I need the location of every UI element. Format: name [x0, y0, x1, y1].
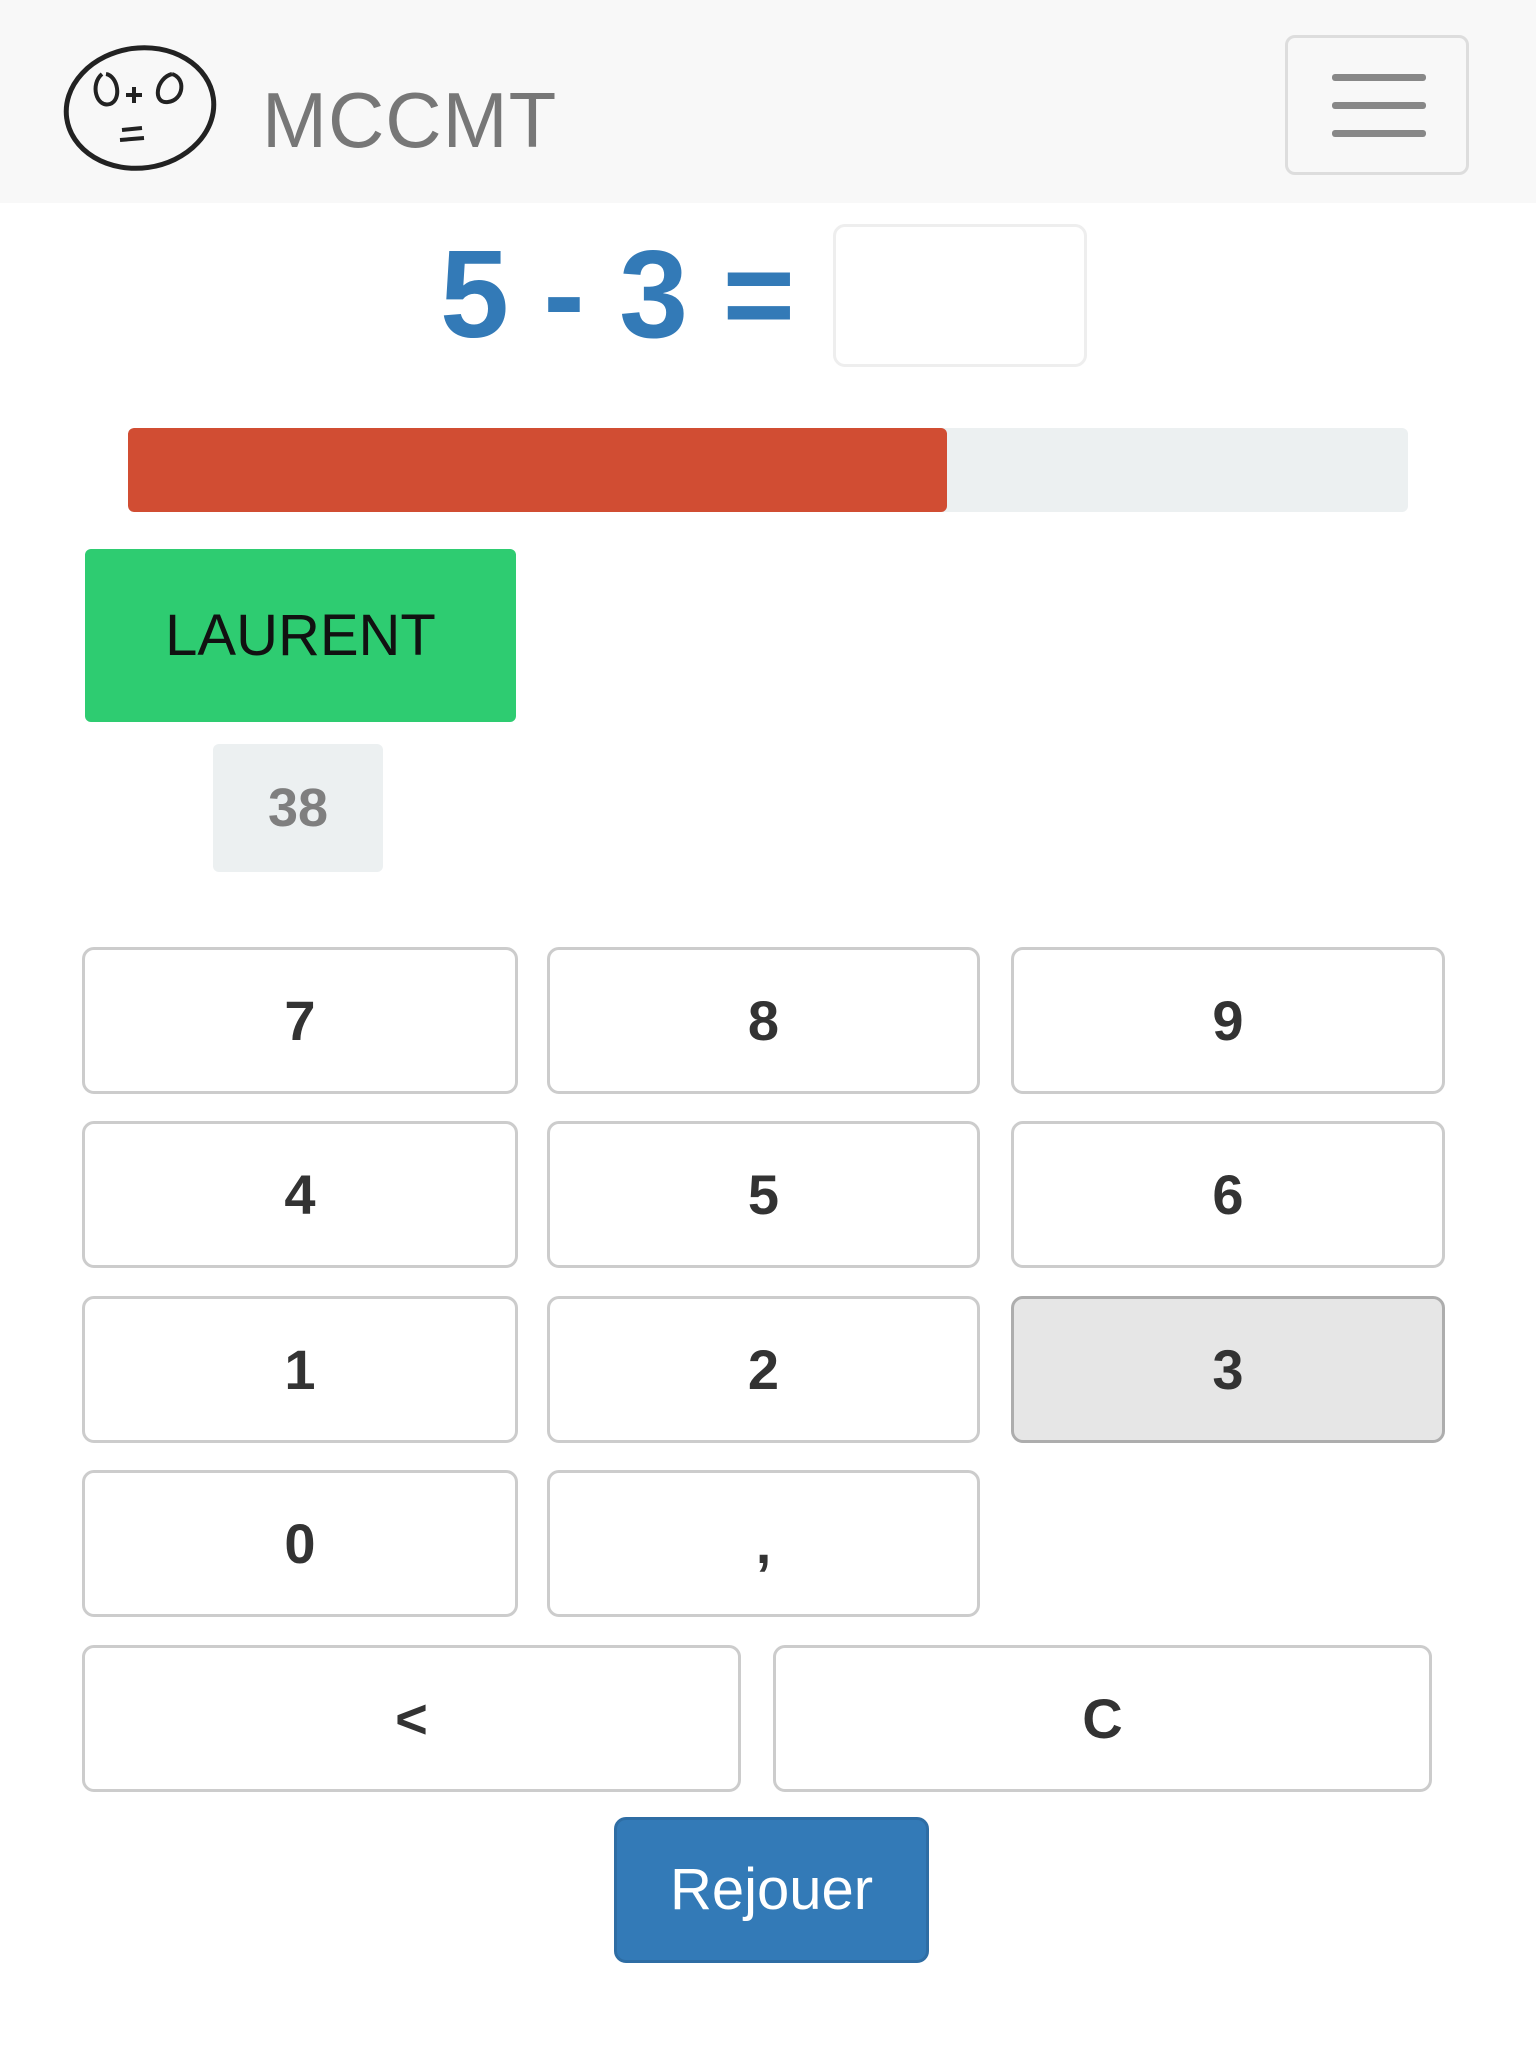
- key-9[interactable]: 9: [1011, 947, 1445, 1094]
- equation-text: 5 - 3 =: [440, 226, 795, 364]
- hamburger-menu-icon: [1332, 74, 1426, 81]
- hamburger-menu-icon-bar: [1332, 130, 1426, 137]
- player-name-badge: LAURENT: [85, 549, 516, 722]
- key-3[interactable]: 3: [1011, 1296, 1445, 1443]
- key-1[interactable]: 1: [82, 1296, 518, 1443]
- key-5[interactable]: 5: [547, 1121, 980, 1268]
- key-8[interactable]: 8: [547, 947, 980, 1094]
- math-face-logo-icon[interactable]: [60, 40, 220, 175]
- backspace-button[interactable]: <: [82, 1645, 741, 1792]
- brand-title[interactable]: MCCMT: [262, 70, 557, 170]
- menu-toggle-button[interactable]: [1285, 35, 1469, 175]
- key-7[interactable]: 7: [82, 947, 518, 1094]
- replay-button[interactable]: Rejouer: [614, 1817, 929, 1963]
- key-decimal-comma[interactable]: ,: [547, 1470, 980, 1617]
- timer-progress-bar: [128, 428, 1408, 512]
- key-2[interactable]: 2: [547, 1296, 980, 1443]
- key-4[interactable]: 4: [82, 1121, 518, 1268]
- key-0[interactable]: 0: [82, 1470, 518, 1617]
- navbar: MCCMT: [0, 0, 1536, 203]
- answer-input[interactable]: [833, 224, 1087, 367]
- hamburger-menu-icon-bar: [1332, 102, 1426, 109]
- timer-progress-fill: [128, 428, 948, 512]
- key-6[interactable]: 6: [1011, 1121, 1445, 1268]
- clear-button[interactable]: C: [773, 1645, 1432, 1792]
- player-score: 38: [213, 744, 383, 872]
